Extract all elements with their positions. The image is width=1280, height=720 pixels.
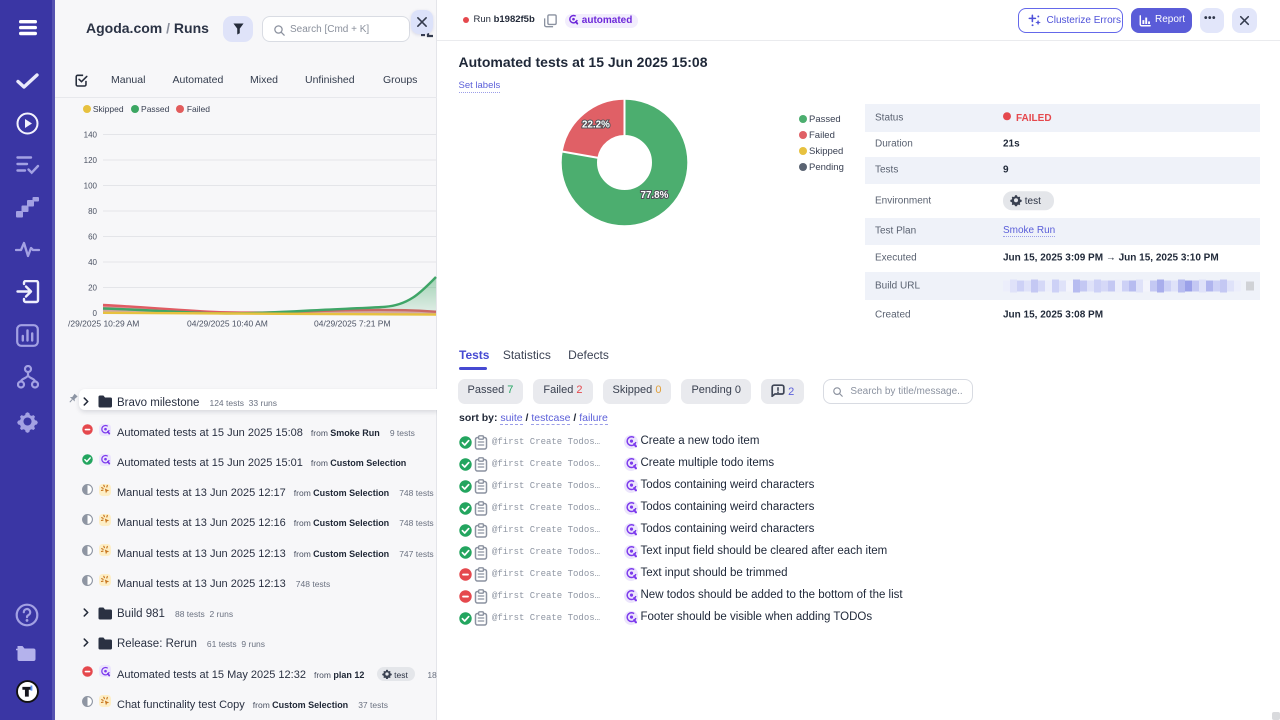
svg-text:120: 120 bbox=[84, 156, 98, 165]
svg-text:100: 100 bbox=[84, 182, 98, 191]
svg-text:22.2%: 22.2% bbox=[582, 119, 610, 130]
svg-text:04/29/2025 10:40 AM: 04/29/2025 10:40 AM bbox=[187, 319, 268, 329]
svg-text:04/29/2025 7:21 PM: 04/29/2025 7:21 PM bbox=[314, 319, 391, 329]
svg-text:20: 20 bbox=[88, 284, 97, 293]
svg-text:80: 80 bbox=[88, 207, 97, 216]
svg-text:140: 140 bbox=[84, 131, 98, 140]
svg-text:40: 40 bbox=[88, 258, 97, 267]
svg-text:0: 0 bbox=[93, 309, 98, 318]
svg-text:60: 60 bbox=[88, 233, 97, 242]
svg-text:77.8%: 77.8% bbox=[640, 190, 668, 201]
svg-text:/29/2025 10:29 AM: /29/2025 10:29 AM bbox=[68, 319, 139, 329]
